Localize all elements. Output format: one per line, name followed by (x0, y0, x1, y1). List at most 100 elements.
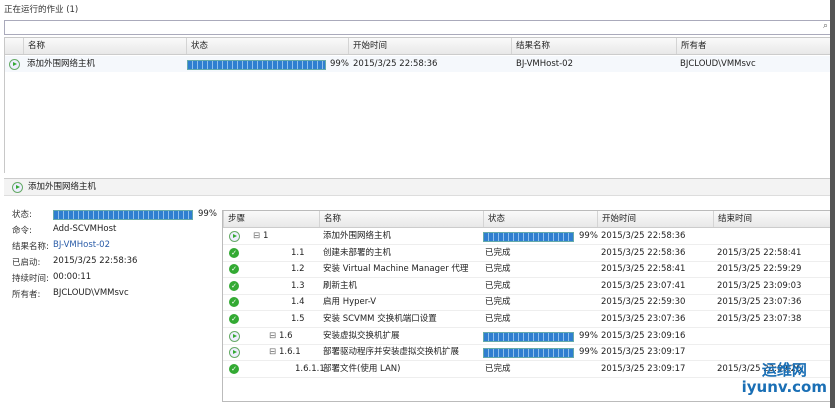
step-progress: 99% (579, 231, 598, 241)
step-start: 2015/3/25 23:07:41 (601, 280, 686, 291)
search-input[interactable]: ⌕ (4, 20, 832, 35)
step-end: 2015/3/25 23:09:03 (717, 280, 802, 291)
table-row[interactable]: ✓ 1.4 启用 Hyper-V 已完成 2015/3/25 22:59:30 2015/… (223, 294, 833, 312)
table-row[interactable]: ✓ 1.2 安装 Virtual Machine Manager 代理 已完成 2015… (223, 261, 833, 279)
col-end[interactable]: 结束时间 (713, 211, 833, 227)
label-status: 状态: (12, 210, 32, 220)
scrollbar[interactable] (830, 0, 835, 408)
completed-icon: ✓ (229, 280, 239, 291)
job-start: 2015/3/25 22:58:36 (353, 59, 438, 69)
collapse-toggle-icon[interactable]: ⊟ (269, 344, 276, 360)
job-result: BJ-VMHost-02 (516, 59, 573, 69)
step-name: 创建未部署的主机 (323, 247, 392, 258)
detail-progress: 99% (198, 209, 217, 219)
step-progress: 99% (579, 347, 598, 358)
step-name: 启用 Hyper-V (323, 297, 377, 308)
step-number: 1.1 (291, 247, 305, 258)
step-name: 安装虚拟交换机扩展 (323, 330, 400, 341)
table-row[interactable]: 添加外围网络主机 99% 2015/3/25 22:58:36 BJ-VMHos… (5, 56, 831, 72)
watermark-logo: 运维网 iyunv.com (741, 361, 827, 396)
step-end: 2015/3/25 23:07:38 (717, 314, 802, 324)
jobs-grid: 名称 状态 开始时间 结果名称 所有者 添加外围网络主机 99% 2015/3/… (4, 37, 832, 173)
label-result: 结果名称: (12, 242, 49, 252)
step-start: 2015/3/25 22:59:30 (601, 297, 686, 308)
table-row[interactable]: ✓ 1.1 创建未部署的主机 已完成 2015/3/25 22:58:36 2015/3/… (223, 245, 833, 262)
step-progress-bar (483, 348, 574, 359)
step-start: 2015/3/25 22:58:36 (601, 247, 686, 258)
running-icon (229, 347, 240, 359)
job-owner: BJCLOUD\VMMsvc (680, 59, 756, 69)
detail-started: 2015/3/25 22:58:36 (53, 256, 138, 266)
step-number: 1.6 (279, 330, 293, 341)
running-icon (9, 59, 20, 70)
completed-icon: ✓ (229, 247, 239, 258)
jobs-header: 名称 状态 开始时间 结果名称 所有者 (5, 38, 831, 55)
step-number: 1 (263, 231, 269, 241)
step-status: 已完成 (485, 247, 511, 258)
search-icon[interactable]: ⌕ (823, 21, 828, 31)
col-start[interactable]: 开始时间 (597, 211, 713, 227)
detail-owner: BJCLOUD\VMMsvc (53, 288, 129, 298)
col-status[interactable]: 状态 (483, 211, 597, 227)
step-start: 2015/3/25 22:58:41 (601, 264, 686, 275)
step-status: 已完成 (485, 280, 511, 291)
table-row[interactable]: ⊟ 1.6.1 部署驱动程序并安装虚拟交换机扩展 99% 2015/3/25 23:09… (223, 344, 833, 362)
col-name[interactable]: 名称 (23, 38, 186, 54)
label-started: 已启动: (12, 258, 41, 268)
col-status[interactable]: 状态 (186, 38, 348, 54)
col-result[interactable]: 结果名称 (511, 38, 676, 54)
step-name: 部署文件(使用 LAN) (323, 363, 401, 374)
step-status: 已完成 (485, 314, 511, 324)
step-progress-bar (483, 232, 574, 242)
step-number: 1.4 (291, 297, 305, 308)
running-icon (229, 231, 240, 242)
step-name: 添加外围网络主机 (323, 231, 392, 241)
label-command: 命令: (12, 226, 32, 236)
step-start: 2015/3/25 23:09:17 (601, 363, 686, 374)
col-step[interactable]: 步骤 (223, 211, 319, 227)
step-number: 1.6.1.1 (295, 363, 325, 374)
table-row[interactable]: ✓ 1.3 刷新主机 已完成 2015/3/25 23:07:41 2015/3/25 2… (223, 278, 833, 295)
collapse-toggle-icon[interactable]: ⊟ (253, 228, 260, 244)
step-status: 已完成 (485, 297, 511, 308)
running-jobs-title: 正在运行的作业 (1) (4, 5, 79, 15)
completed-icon: ✓ (229, 363, 239, 374)
col-start[interactable]: 开始时间 (348, 38, 511, 54)
step-start: 2015/3/25 23:09:17 (601, 347, 686, 358)
step-end: 2015/3/25 22:59:29 (717, 264, 802, 275)
detail-progress-bar (53, 210, 193, 220)
running-icon (229, 330, 240, 342)
collapse-toggle-icon[interactable]: ⊟ (269, 328, 276, 344)
completed-icon: ✓ (229, 264, 239, 275)
running-icon (12, 182, 23, 193)
completed-icon: ✓ (229, 297, 239, 308)
step-name: 刷新主机 (323, 280, 358, 291)
step-number: 1.6.1 (279, 347, 301, 358)
step-number: 1.5 (291, 314, 305, 324)
completed-icon: ✓ (229, 314, 239, 324)
col-owner[interactable]: 所有者 (676, 38, 831, 54)
table-row[interactable]: ⊟ 1 添加外围网络主机 99% 2015/3/25 22:58:36 (223, 228, 833, 245)
step-number: 1.2 (291, 264, 305, 275)
step-start: 2015/3/25 23:07:36 (601, 314, 686, 324)
step-end: 2015/3/25 23:07:36 (717, 297, 802, 308)
detail-duration: 00:00:11 (53, 272, 92, 282)
detail-summary: 状态: 99% 命令: Add-SCVMHost 结果名称: BJ-VMHost… (0, 208, 220, 308)
step-name: 安装 Virtual Machine Manager 代理 (323, 264, 469, 275)
step-end: 2015/3/25 22:58:41 (717, 247, 802, 258)
detail-title: 添加外围网络主机 (28, 182, 97, 192)
detail-result-link[interactable]: BJ-VMHost-02 (53, 240, 110, 250)
step-start: 2015/3/25 23:09:16 (601, 330, 686, 341)
job-name: 添加外围网络主机 (27, 59, 96, 69)
table-row[interactable]: ✓ 1.5 安装 SCVMM 交换机端口设置 已完成 2015/3/25 23:07:3… (223, 311, 833, 328)
step-number: 1.3 (291, 280, 305, 291)
steps-header: 步骤 名称 状态 开始时间 结束时间 (223, 211, 833, 228)
detail-title-bar: 添加外围网络主机 (4, 178, 830, 196)
col-name[interactable]: 名称 (319, 211, 483, 227)
step-progress: 99% (579, 330, 598, 341)
table-row[interactable]: ⊟ 1.6 安装虚拟交换机扩展 99% 2015/3/25 23:09:16 (223, 328, 833, 345)
job-progress-bar (187, 60, 326, 70)
label-duration: 持续时间: (12, 274, 49, 284)
step-progress-bar (483, 331, 574, 342)
step-status: 已完成 (485, 264, 511, 275)
